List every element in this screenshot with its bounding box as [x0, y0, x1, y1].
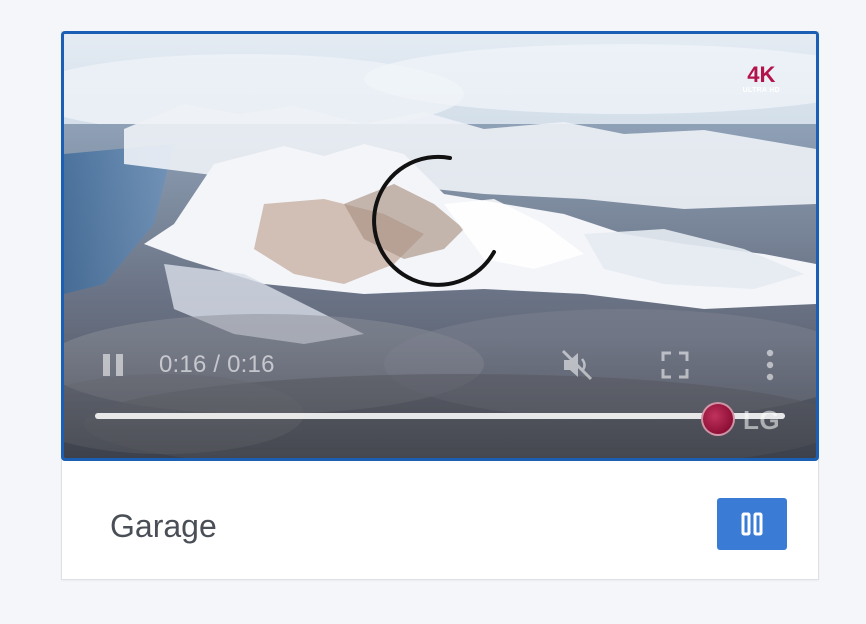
brand-watermark: LG — [701, 402, 791, 442]
video-player[interactable]: 4K ULTRA HD 0:16 / 0:16 LG — [61, 31, 819, 461]
lg-logo-icon — [701, 402, 735, 436]
loading-spinner-icon — [372, 154, 496, 287]
brand-watermark-text: LG — [743, 405, 781, 435]
progress-fill — [95, 413, 785, 419]
fullscreen-icon[interactable] — [661, 351, 689, 379]
camera-card: 4K ULTRA HD 0:16 / 0:16 LG Garage — [61, 31, 819, 580]
pause-icon[interactable] — [100, 352, 126, 378]
pause-button[interactable] — [717, 498, 787, 550]
pause-icon — [741, 512, 763, 536]
camera-title: Garage — [110, 508, 217, 544]
progress-track[interactable] — [95, 413, 785, 419]
time-display: 0:16 / 0:16 — [159, 351, 275, 378]
player-controls: 0:16 / 0:16 LG — [64, 334, 816, 444]
badge-ultra-hd-text: ULTRA HD — [742, 87, 780, 94]
more-vertical-icon[interactable] — [764, 348, 776, 382]
volume-muted-icon[interactable] — [560, 348, 594, 382]
ultra-hd-badge: 4K ULTRA HD — [742, 62, 780, 95]
badge-4k-text: 4K — [747, 62, 776, 87]
